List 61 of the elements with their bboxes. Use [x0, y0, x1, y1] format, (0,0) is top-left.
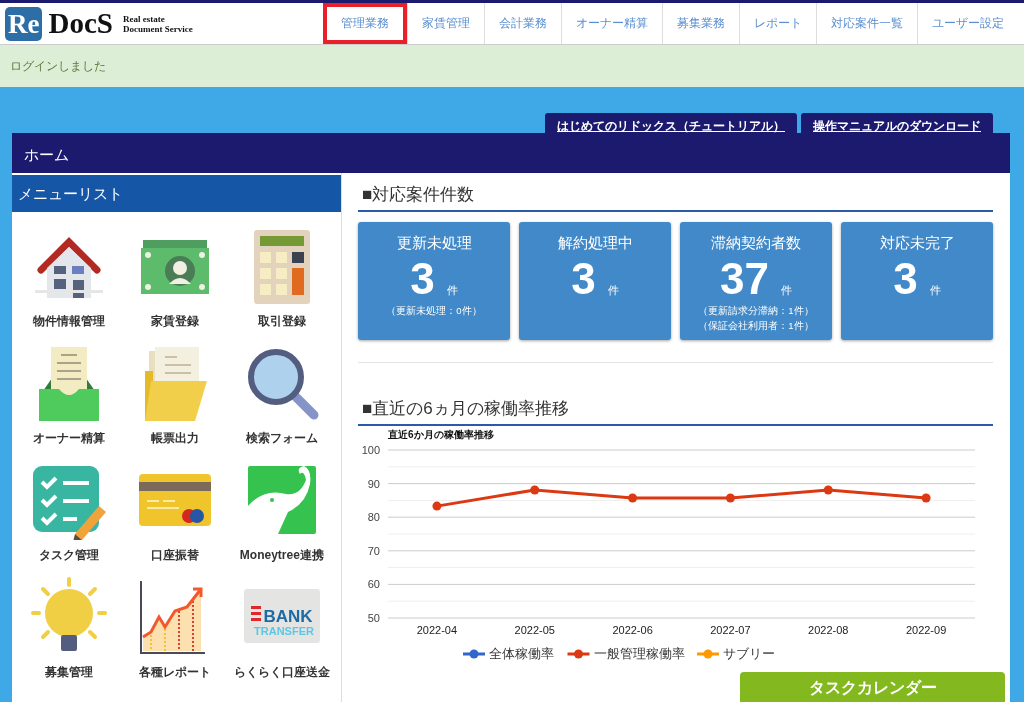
menu-item[interactable]: 取引登録 — [228, 226, 335, 343]
legend-label: 一般管理稼働率 — [593, 647, 685, 661]
data-point — [530, 485, 540, 495]
unit-label: 件 — [607, 283, 619, 298]
axis-tick-label: 2022-07 — [710, 624, 751, 636]
link-tab[interactable]: はじめてのリドックス（チュートリアル） — [545, 113, 797, 133]
home-title: ホーム — [23, 144, 69, 165]
card-note: （更新未処理：0件） — [386, 304, 482, 318]
axis-tick-label: 2022-04 — [416, 624, 458, 636]
card-note: （保証会社利用者：1件） — [698, 319, 814, 333]
axis-tick-label: 50 — [367, 612, 380, 624]
logo-tagline: Document Service — [122, 23, 193, 34]
count-value: 3 — [410, 255, 435, 303]
count-value: 3 — [893, 255, 918, 303]
card-title: 滞納契約者数 — [711, 234, 801, 253]
logo-text: DocS — [48, 7, 113, 40]
menu-item[interactable]: Moneytree連携 — [228, 460, 335, 577]
axis-tick-label: 70 — [367, 544, 380, 557]
count-value: 3 — [571, 255, 596, 303]
legend-label: サブリー — [723, 647, 775, 661]
menu-title: メニューリスト — [12, 175, 341, 212]
menu-item[interactable]: 家賃登録 — [122, 226, 229, 343]
link-tab[interactable]: 操作マニュアルのダウンロード — [801, 113, 993, 133]
chart-title: 直近6か月の稼働率推移 — [388, 429, 494, 440]
unit-label: 件 — [780, 283, 792, 298]
nav-tab[interactable]: 管理業務 — [323, 3, 407, 44]
axis-tick-label: 80 — [367, 511, 380, 524]
card-title: 更新未処理 — [396, 234, 472, 253]
unit-label: 件 — [929, 283, 941, 298]
axis-tick-label: 2022-09 — [905, 624, 947, 636]
menu-item[interactable]: 物件情報管理 — [16, 226, 123, 343]
legend-label: 全体稼働率 — [489, 647, 554, 661]
menu-item[interactable]: BANK TRANSFER らくらく口座送金 — [228, 577, 335, 694]
axis-tick-label: 90 — [367, 477, 380, 490]
data-point — [725, 493, 735, 503]
menu-item[interactable]: 口座振替 — [122, 460, 229, 577]
section-heading: ■直近の6ヵ月の稼働率推移 — [358, 387, 993, 426]
unit-label: 件 — [446, 283, 458, 298]
count-value: 37 — [720, 255, 769, 303]
card-note: （更新請求分滞納：1件） — [698, 304, 814, 318]
axis-tick-label: 100 — [361, 444, 380, 456]
logo-tagline: Real estate — [122, 13, 166, 24]
axis-tick-label: 2022-06 — [612, 624, 653, 636]
data-point — [823, 485, 833, 495]
data-point — [628, 493, 638, 503]
data-point — [921, 493, 931, 503]
menu-item[interactable]: 各種レポート — [122, 577, 229, 694]
menu-item[interactable]: タスク管理 — [16, 460, 123, 577]
logo-mark: Re — [5, 6, 43, 41]
axis-tick-label: 2022-08 — [808, 624, 849, 636]
card-title: 解約処理中 — [557, 234, 633, 253]
menu-item[interactable]: 帳票出力 — [122, 343, 229, 460]
axis-tick-label: 2022-05 — [514, 624, 555, 636]
axis-tick-label: 60 — [367, 578, 380, 591]
card-title: 対応未完了 — [879, 234, 955, 253]
data-point — [432, 501, 442, 511]
menu-item[interactable]: 検索フォーム — [228, 343, 335, 460]
section-heading: ■対応案件件数 — [358, 173, 993, 212]
notice-message: ログインしました — [10, 57, 106, 75]
menu-item[interactable]: オーナー精算 — [16, 343, 123, 460]
menu-item[interactable]: 募集管理 — [16, 577, 123, 694]
